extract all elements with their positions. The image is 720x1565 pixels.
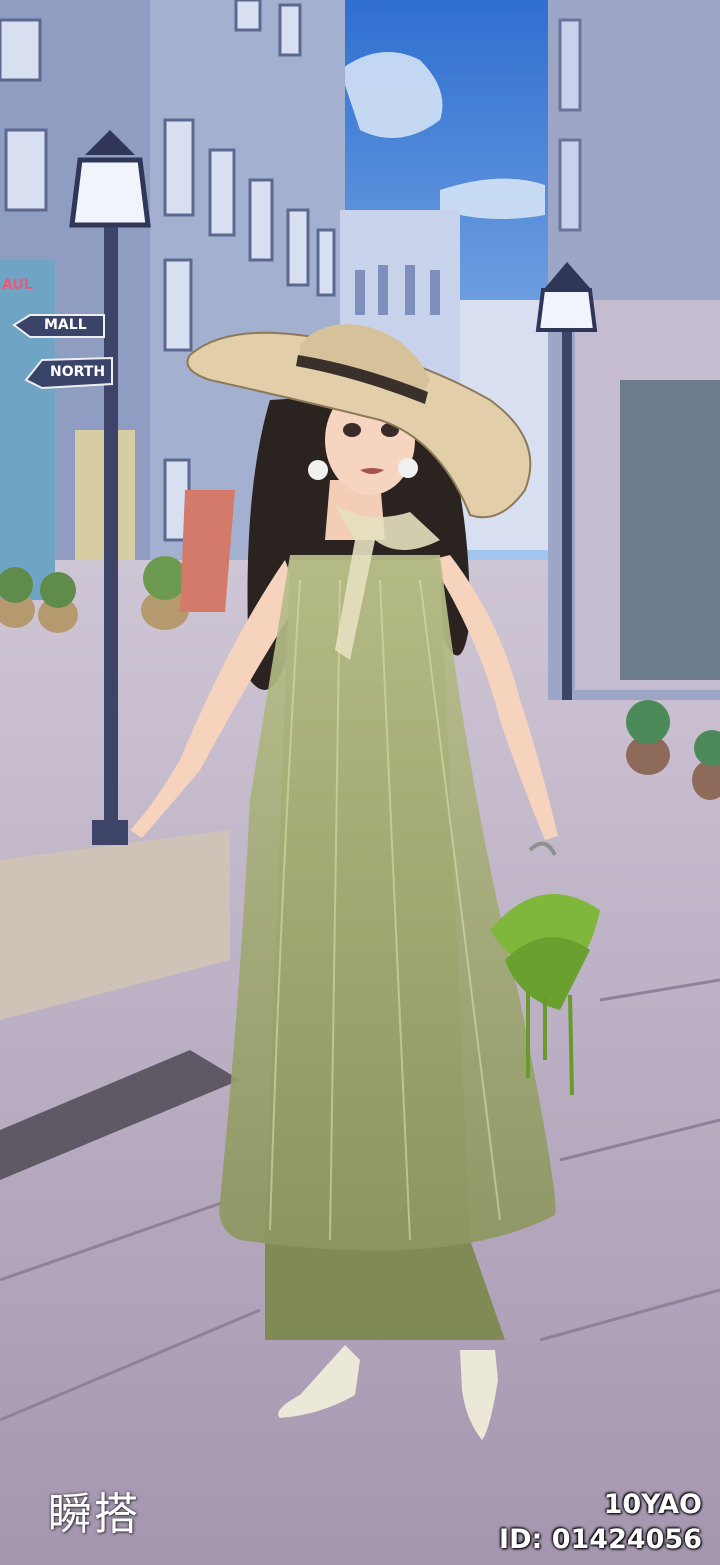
earring (398, 458, 418, 478)
game-screen: MALL NORTH AUL 瞬搭 10YAO ID: 01424056 (0, 0, 720, 1565)
shop-sign-label: AUL (2, 277, 33, 293)
sign-north-label: NORTH (50, 364, 106, 380)
player-name: 10YAO (603, 1489, 702, 1520)
player-id-value: 01424056 (551, 1524, 702, 1555)
game-logo-watermark: 瞬搭 (48, 1489, 140, 1540)
sign-mall-label: MALL (44, 317, 87, 333)
player-id: ID: 01424056 (499, 1522, 702, 1558)
earring (308, 460, 328, 480)
player-id-label: ID: (499, 1524, 543, 1555)
storefront (620, 380, 720, 680)
shop-front (0, 260, 55, 600)
street-scene-illustration (0, 0, 720, 1565)
player-info: 10YAO ID: 01424056 (499, 1488, 702, 1558)
